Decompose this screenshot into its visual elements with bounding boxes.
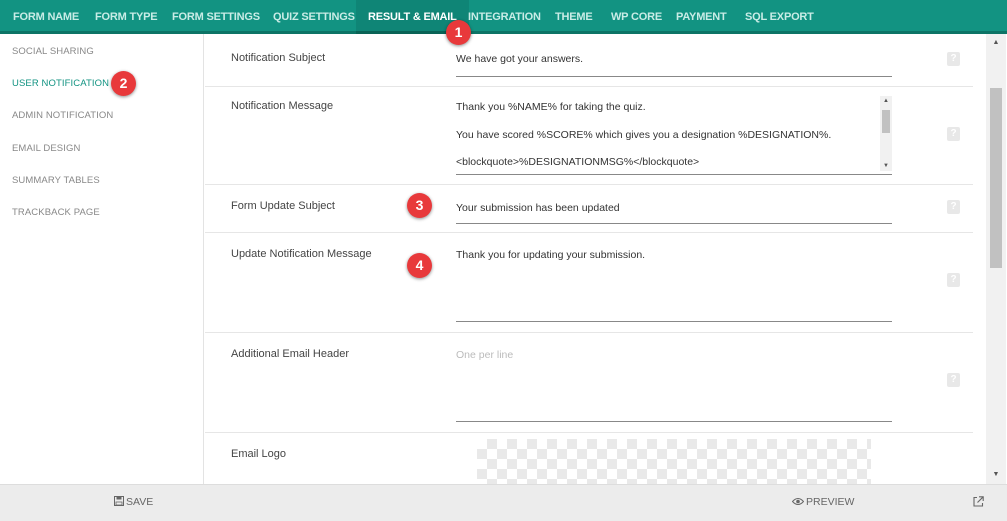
tab-integration[interactable]: INTEGRATION [468,0,541,34]
annotation-badge: 2 [111,71,136,96]
email-logo-row: Email Logo [205,433,973,484]
annotation-badge: 4 [407,253,432,278]
sidebar-item-user-notification[interactable]: USER NOTIFICATION [12,78,109,89]
main-scrollbar[interactable]: ▲ ▼ [986,34,1006,484]
message-line: Thank you %NAME% for taking the quiz. [456,101,646,113]
preview-button[interactable]: PREVIEW [791,496,855,509]
sidebar-item-summary-tables[interactable]: SUMMARY TABLES [12,175,100,186]
notification-subject-row: Notification Subject We have got your an… [205,34,973,87]
footer-toolbar: SAVE PREVIEW [0,484,1007,521]
update-notification-message-row: Update Notification Message Thank you fo… [205,233,973,333]
message-line: You have scored %SCORE% which gives you … [456,129,832,141]
scrollbar-thumb[interactable] [882,110,890,133]
notification-message-textarea[interactable]: Thank you %NAME% for taking the quiz. Yo… [456,92,892,175]
tab-payment[interactable]: PAYMENT [676,0,727,34]
notification-message-label: Notification Message [231,100,334,112]
eye-icon [791,497,805,509]
help-icon[interactable]: ? [947,52,960,66]
help-icon[interactable]: ? [947,273,960,287]
sidebar-item-social-sharing[interactable]: SOCIAL SHARING [12,46,94,57]
save-label: SAVE [126,496,154,508]
tab-quiz-settings[interactable]: QUIZ SETTINGS [273,0,355,34]
save-icon [114,496,124,509]
top-navigation: FORM NAME FORM TYPE FORM SETTINGS QUIZ S… [0,0,1007,34]
scroll-down-icon[interactable]: ▼ [880,161,892,171]
scroll-up-icon[interactable]: ▲ [880,96,892,106]
save-button[interactable]: SAVE [114,496,153,509]
settings-content: Notification Subject We have got your an… [205,34,973,484]
textarea-scrollbar[interactable]: ▲ ▼ [880,96,892,171]
tab-form-name[interactable]: FORM NAME [13,0,79,34]
form-update-subject-input[interactable]: Your submission has been updated [456,202,892,224]
additional-email-header-label: Additional Email Header [231,348,350,360]
scroll-down-icon[interactable]: ▼ [986,468,1006,482]
scrollbar-thumb[interactable] [990,88,1002,268]
sidebar-item-trackback-page[interactable]: TRACKBACK PAGE [12,207,100,218]
help-icon[interactable]: ? [947,127,960,141]
tab-wp-core[interactable]: WP CORE [611,0,662,34]
annotation-badge: 1 [446,20,471,45]
form-update-subject-label: Form Update Subject [231,200,335,212]
notification-message-row: Notification Message Thank you %NAME% fo… [205,87,973,185]
message-line: <blockquote>%DESIGNATIONMSG%</blockquote… [456,156,700,168]
sidebar-item-email-design[interactable]: EMAIL DESIGN [12,143,80,154]
sidebar: SOCIAL SHARING USER NOTIFICATION ADMIN N… [0,34,204,484]
notification-subject-label: Notification Subject [231,52,326,64]
tab-theme[interactable]: THEME [555,0,593,34]
external-link-icon [973,496,984,510]
additional-email-header-row: Additional Email Header One per line ? [205,333,973,433]
notification-subject-input[interactable]: We have got your answers. [456,53,892,77]
form-update-subject-row: Form Update Subject Your submission has … [205,185,973,233]
tab-sql-export[interactable]: SQL EXPORT [745,0,814,34]
update-notification-message-label: Update Notification Message [231,248,372,260]
scroll-up-icon[interactable]: ▲ [986,36,1006,50]
email-logo-label: Email Logo [231,448,287,460]
sidebar-item-admin-notification[interactable]: ADMIN NOTIFICATION [12,110,113,121]
open-external-button[interactable] [973,496,986,510]
email-logo-upload[interactable] [477,439,871,484]
annotation-badge: 3 [407,193,432,218]
help-icon[interactable]: ? [947,373,960,387]
tab-form-settings[interactable]: FORM SETTINGS [172,0,260,34]
help-icon[interactable]: ? [947,200,960,214]
additional-email-header-textarea[interactable]: One per line [456,349,892,422]
tab-form-type[interactable]: FORM TYPE [95,0,158,34]
update-notification-message-textarea[interactable]: Thank you for updating your submission. [456,249,892,322]
preview-label: PREVIEW [806,496,855,508]
